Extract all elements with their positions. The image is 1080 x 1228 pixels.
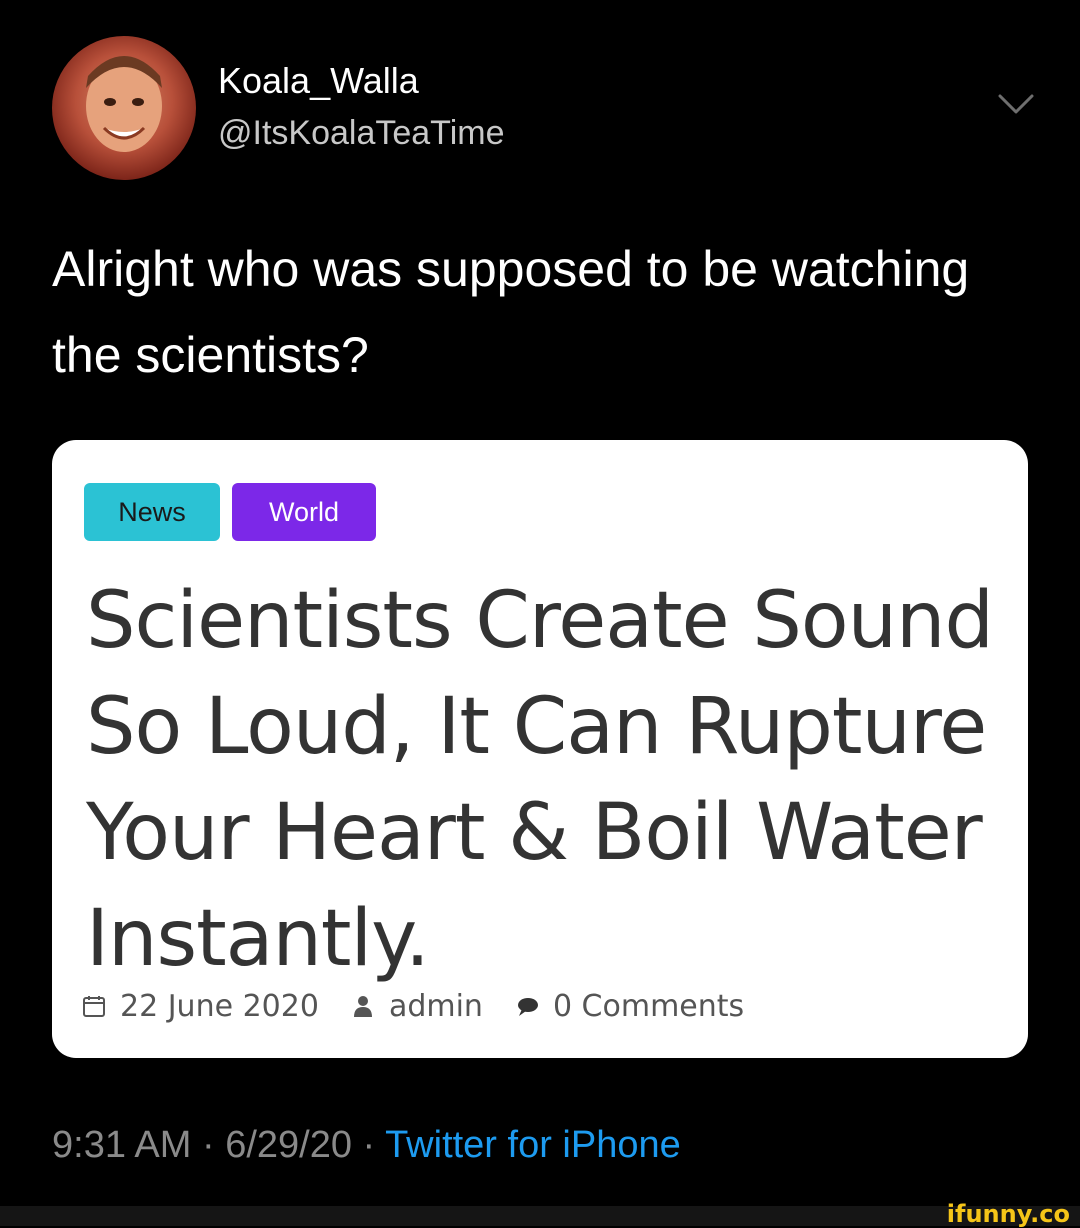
meta-comments-text: 0 Comments — [552, 988, 745, 1024]
meta-author: admin — [351, 989, 483, 1024]
tag-world: World — [232, 483, 376, 541]
user-handle[interactable]: @ItsKoalaTeaTime — [218, 114, 504, 153]
meta-comments: 0 Comments — [515, 989, 744, 1024]
bottom-bar — [0, 1206, 1080, 1226]
meta-author-text: admin — [388, 988, 483, 1024]
article-headline: Scientists Create Sound So Loud, It Can … — [86, 576, 994, 984]
meta-date-text: 22 June 2020 — [120, 988, 319, 1024]
tweet-text: Alright who was supposed to be watching … — [52, 241, 970, 383]
article-card[interactable]: News World Scientists Create Sound So Lo… — [52, 440, 1028, 1058]
user-icon — [353, 996, 372, 1017]
tag-news: News — [84, 483, 220, 541]
meta-date: 22 June 2020 — [82, 989, 319, 1024]
tweet-footer: 9:31 AM · 6/29/20 · Twitter for iPhone — [52, 1124, 681, 1167]
chevron-down-icon[interactable] — [996, 92, 1036, 116]
watermark-logo: ifunny.co — [946, 1200, 1070, 1228]
avatar-face — [86, 56, 162, 152]
article-meta: 22 June 2020 admin 0 Comments — [82, 986, 776, 1026]
display-name[interactable]: Koala_Walla — [218, 60, 419, 102]
avatar[interactable] — [52, 36, 196, 180]
tweet-timestamp: 9:31 AM · 6/29/20 · — [52, 1124, 386, 1166]
tweet-source-link[interactable]: Twitter for iPhone — [385, 1124, 681, 1166]
calendar-icon — [83, 996, 105, 1017]
comment-icon — [517, 998, 538, 1016]
